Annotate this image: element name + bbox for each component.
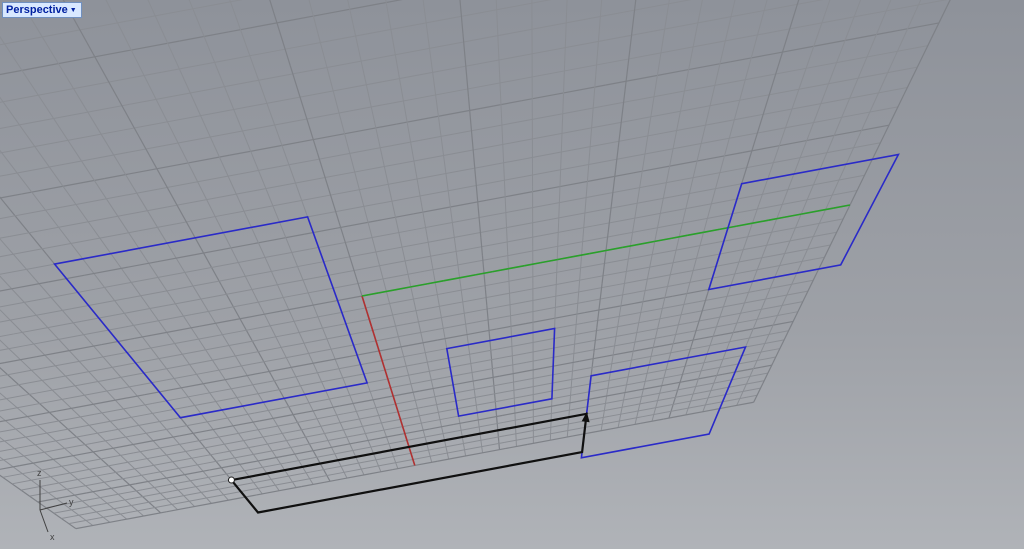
axis-z-label: z [37, 468, 42, 478]
viewport-perspective[interactable]: z y x Perspective ▼ [0, 0, 1024, 549]
control-point-icon[interactable] [228, 477, 234, 483]
viewport-label[interactable]: Perspective ▼ [2, 2, 82, 18]
rect-right-bottom[interactable] [709, 155, 899, 290]
chevron-down-icon: ▼ [70, 7, 77, 14]
construction-grid [0, 0, 1024, 529]
viewport-name: Perspective [6, 4, 68, 16]
world-axes [362, 205, 850, 465]
axis-y-label: y [69, 497, 74, 507]
axis-x-label: x [50, 532, 55, 542]
scene-canvas[interactable]: z y x [0, 0, 1024, 549]
